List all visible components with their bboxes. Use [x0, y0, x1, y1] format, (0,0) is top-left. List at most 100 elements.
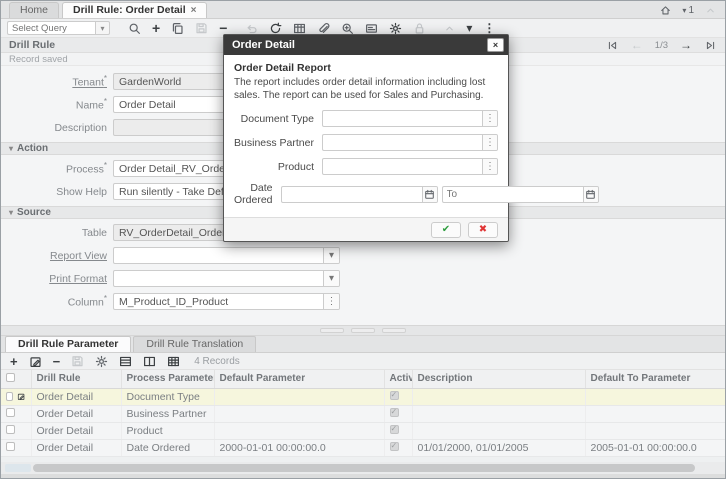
business-partner-field: ⋮	[322, 134, 498, 151]
table-row[interactable]: Order Detail Document Type	[1, 388, 726, 405]
tab-drill-rule-translation[interactable]: Drill Rule Translation	[133, 336, 256, 352]
bottom-strip	[1, 474, 726, 478]
table-row[interactable]: Order Detail Business Partner	[1, 405, 726, 422]
product-row: Product ⋮	[234, 158, 498, 175]
tab-drill-rule[interactable]: Drill Rule: Order Detail ×	[62, 2, 207, 18]
next-record-icon[interactable]: →	[679, 38, 693, 52]
detail-save-icon	[70, 354, 85, 369]
calendar-icon[interactable]	[422, 187, 437, 202]
product-kebab-icon[interactable]: ⋮	[482, 159, 497, 174]
row-checkbox[interactable]	[6, 425, 15, 434]
dialog-footer: ✔ ✖	[224, 217, 508, 241]
table-row[interactable]: Order Detail Date Ordered 2000-01-01 00:…	[1, 439, 726, 456]
product-input[interactable]	[323, 159, 482, 174]
select-query-caret-icon[interactable]: ▾	[95, 21, 110, 35]
cross-icon: ✖	[479, 224, 487, 235]
section-caret-icon: ▾	[9, 144, 13, 153]
table-row[interactable]: Order Detail Product	[1, 422, 726, 439]
record-count: 4 Records	[194, 356, 240, 367]
select-query-combo: ▾	[7, 21, 110, 35]
date-ordered-to-input[interactable]	[443, 187, 583, 202]
tab-home[interactable]: Home	[9, 2, 59, 18]
panel-splitter[interactable]	[1, 325, 725, 336]
active-checkbox	[390, 391, 399, 400]
date-ordered-row: Date Ordered	[234, 182, 498, 206]
detail-edit-icon[interactable]	[28, 354, 43, 369]
business-partner-input[interactable]	[323, 135, 482, 150]
tenant-label[interactable]: Tenant*	[1, 74, 113, 89]
tab-close-icon[interactable]: ×	[191, 5, 197, 16]
document-type-field: ⋮	[322, 110, 498, 127]
row-checkbox[interactable]	[6, 442, 15, 451]
date-ordered-from-input[interactable]	[282, 187, 422, 202]
parameter-grid: Drill Rule Process Parameter Default Par…	[1, 370, 726, 457]
scrollbar-corner	[5, 464, 31, 472]
cancel-button[interactable]: ✖	[468, 222, 498, 238]
print-format-caret-icon[interactable]: ▾	[323, 271, 339, 286]
dialog-description: The report includes order detail informa…	[234, 76, 498, 102]
detail-tab-bar: Drill Rule Parameter Drill Rule Translat…	[1, 336, 725, 353]
row-checkbox[interactable]	[6, 408, 15, 417]
confirm-button[interactable]: ✔	[431, 222, 461, 238]
col-default-parameter[interactable]: Default Parameter	[214, 370, 384, 388]
business-partner-kebab-icon[interactable]: ⋮	[482, 135, 497, 150]
report-view-label[interactable]: Report View	[1, 250, 113, 262]
col-drill-rule[interactable]: Drill Rule	[31, 370, 121, 388]
toolbar-overflow-kebab-icon[interactable]: ⋮	[482, 21, 496, 35]
column-field[interactable]: M_Product_ID_Product ⋮	[113, 293, 340, 310]
source-section-label: Source	[17, 207, 51, 218]
detail-grid-icon[interactable]	[166, 354, 181, 369]
print-format-field[interactable]: ▾	[113, 270, 340, 287]
splitter-grip[interactable]	[382, 328, 406, 333]
document-type-row: Document Type ⋮	[234, 110, 498, 127]
report-view-caret-icon[interactable]: ▾	[323, 248, 339, 263]
col-description[interactable]: Description	[412, 370, 585, 388]
name-label: Name*	[1, 97, 113, 112]
detail-new-icon[interactable]: +	[9, 354, 19, 369]
detail-split-column-icon[interactable]	[142, 354, 157, 369]
detail-toolbar: + − 4 Records	[1, 353, 725, 370]
splitter-grip[interactable]	[320, 328, 344, 333]
section-caret-icon: ▾	[9, 208, 13, 217]
splitter-grip[interactable]	[351, 328, 375, 333]
date-ordered-range	[281, 186, 599, 203]
scrollbar-thumb[interactable]	[33, 464, 695, 472]
date-ordered-from-field	[281, 186, 438, 203]
row-edit-pencil-icon[interactable]	[17, 391, 25, 402]
first-record-icon[interactable]	[606, 39, 619, 52]
detail-delete-icon[interactable]: −	[52, 354, 62, 369]
col-process-parameter[interactable]: Process Parameter	[121, 370, 214, 388]
tab-home-label: Home	[20, 4, 48, 16]
copy-record-icon[interactable]	[170, 21, 185, 36]
dialog-titlebar[interactable]: Order Detail ×	[224, 35, 508, 55]
table-label: Table	[1, 227, 113, 239]
print-format-label[interactable]: Print Format	[1, 273, 113, 285]
window-count-value: 1	[688, 5, 694, 16]
detail-list-icon[interactable]	[118, 354, 133, 369]
toolbar-caret-down-icon[interactable]: ▾	[465, 21, 473, 35]
col-default-to-parameter[interactable]: Default To Parameter	[585, 370, 726, 388]
report-view-row: Report View ▾	[1, 247, 725, 264]
column-kebab-icon[interactable]: ⋮	[323, 294, 339, 309]
document-type-kebab-icon[interactable]: ⋮	[482, 111, 497, 126]
document-type-input[interactable]	[323, 111, 482, 126]
save-icon	[194, 21, 209, 36]
select-query-input[interactable]	[7, 21, 95, 35]
collapse-chevron-up-icon[interactable]	[704, 4, 717, 17]
row-checkbox[interactable]	[6, 392, 13, 401]
detail-gear-icon[interactable]	[94, 354, 109, 369]
col-active[interactable]: Active	[384, 370, 412, 388]
calendar-icon[interactable]	[583, 187, 598, 202]
home-icon[interactable]	[659, 4, 672, 17]
window-count[interactable]: ▾ 1	[682, 5, 694, 16]
new-record-icon[interactable]: +	[151, 20, 161, 36]
last-record-icon[interactable]	[704, 39, 717, 52]
select-all-checkbox[interactable]	[6, 373, 15, 382]
report-view-field[interactable]: ▾	[113, 247, 340, 264]
panel-title: Drill Rule	[9, 39, 55, 51]
tab-drill-rule-parameter[interactable]: Drill Rule Parameter	[5, 336, 131, 352]
dialog-close-icon[interactable]: ×	[487, 38, 504, 52]
print-format-row: Print Format ▾	[1, 270, 725, 287]
horizontal-scrollbar[interactable]	[1, 462, 726, 474]
find-icon[interactable]	[127, 21, 142, 36]
